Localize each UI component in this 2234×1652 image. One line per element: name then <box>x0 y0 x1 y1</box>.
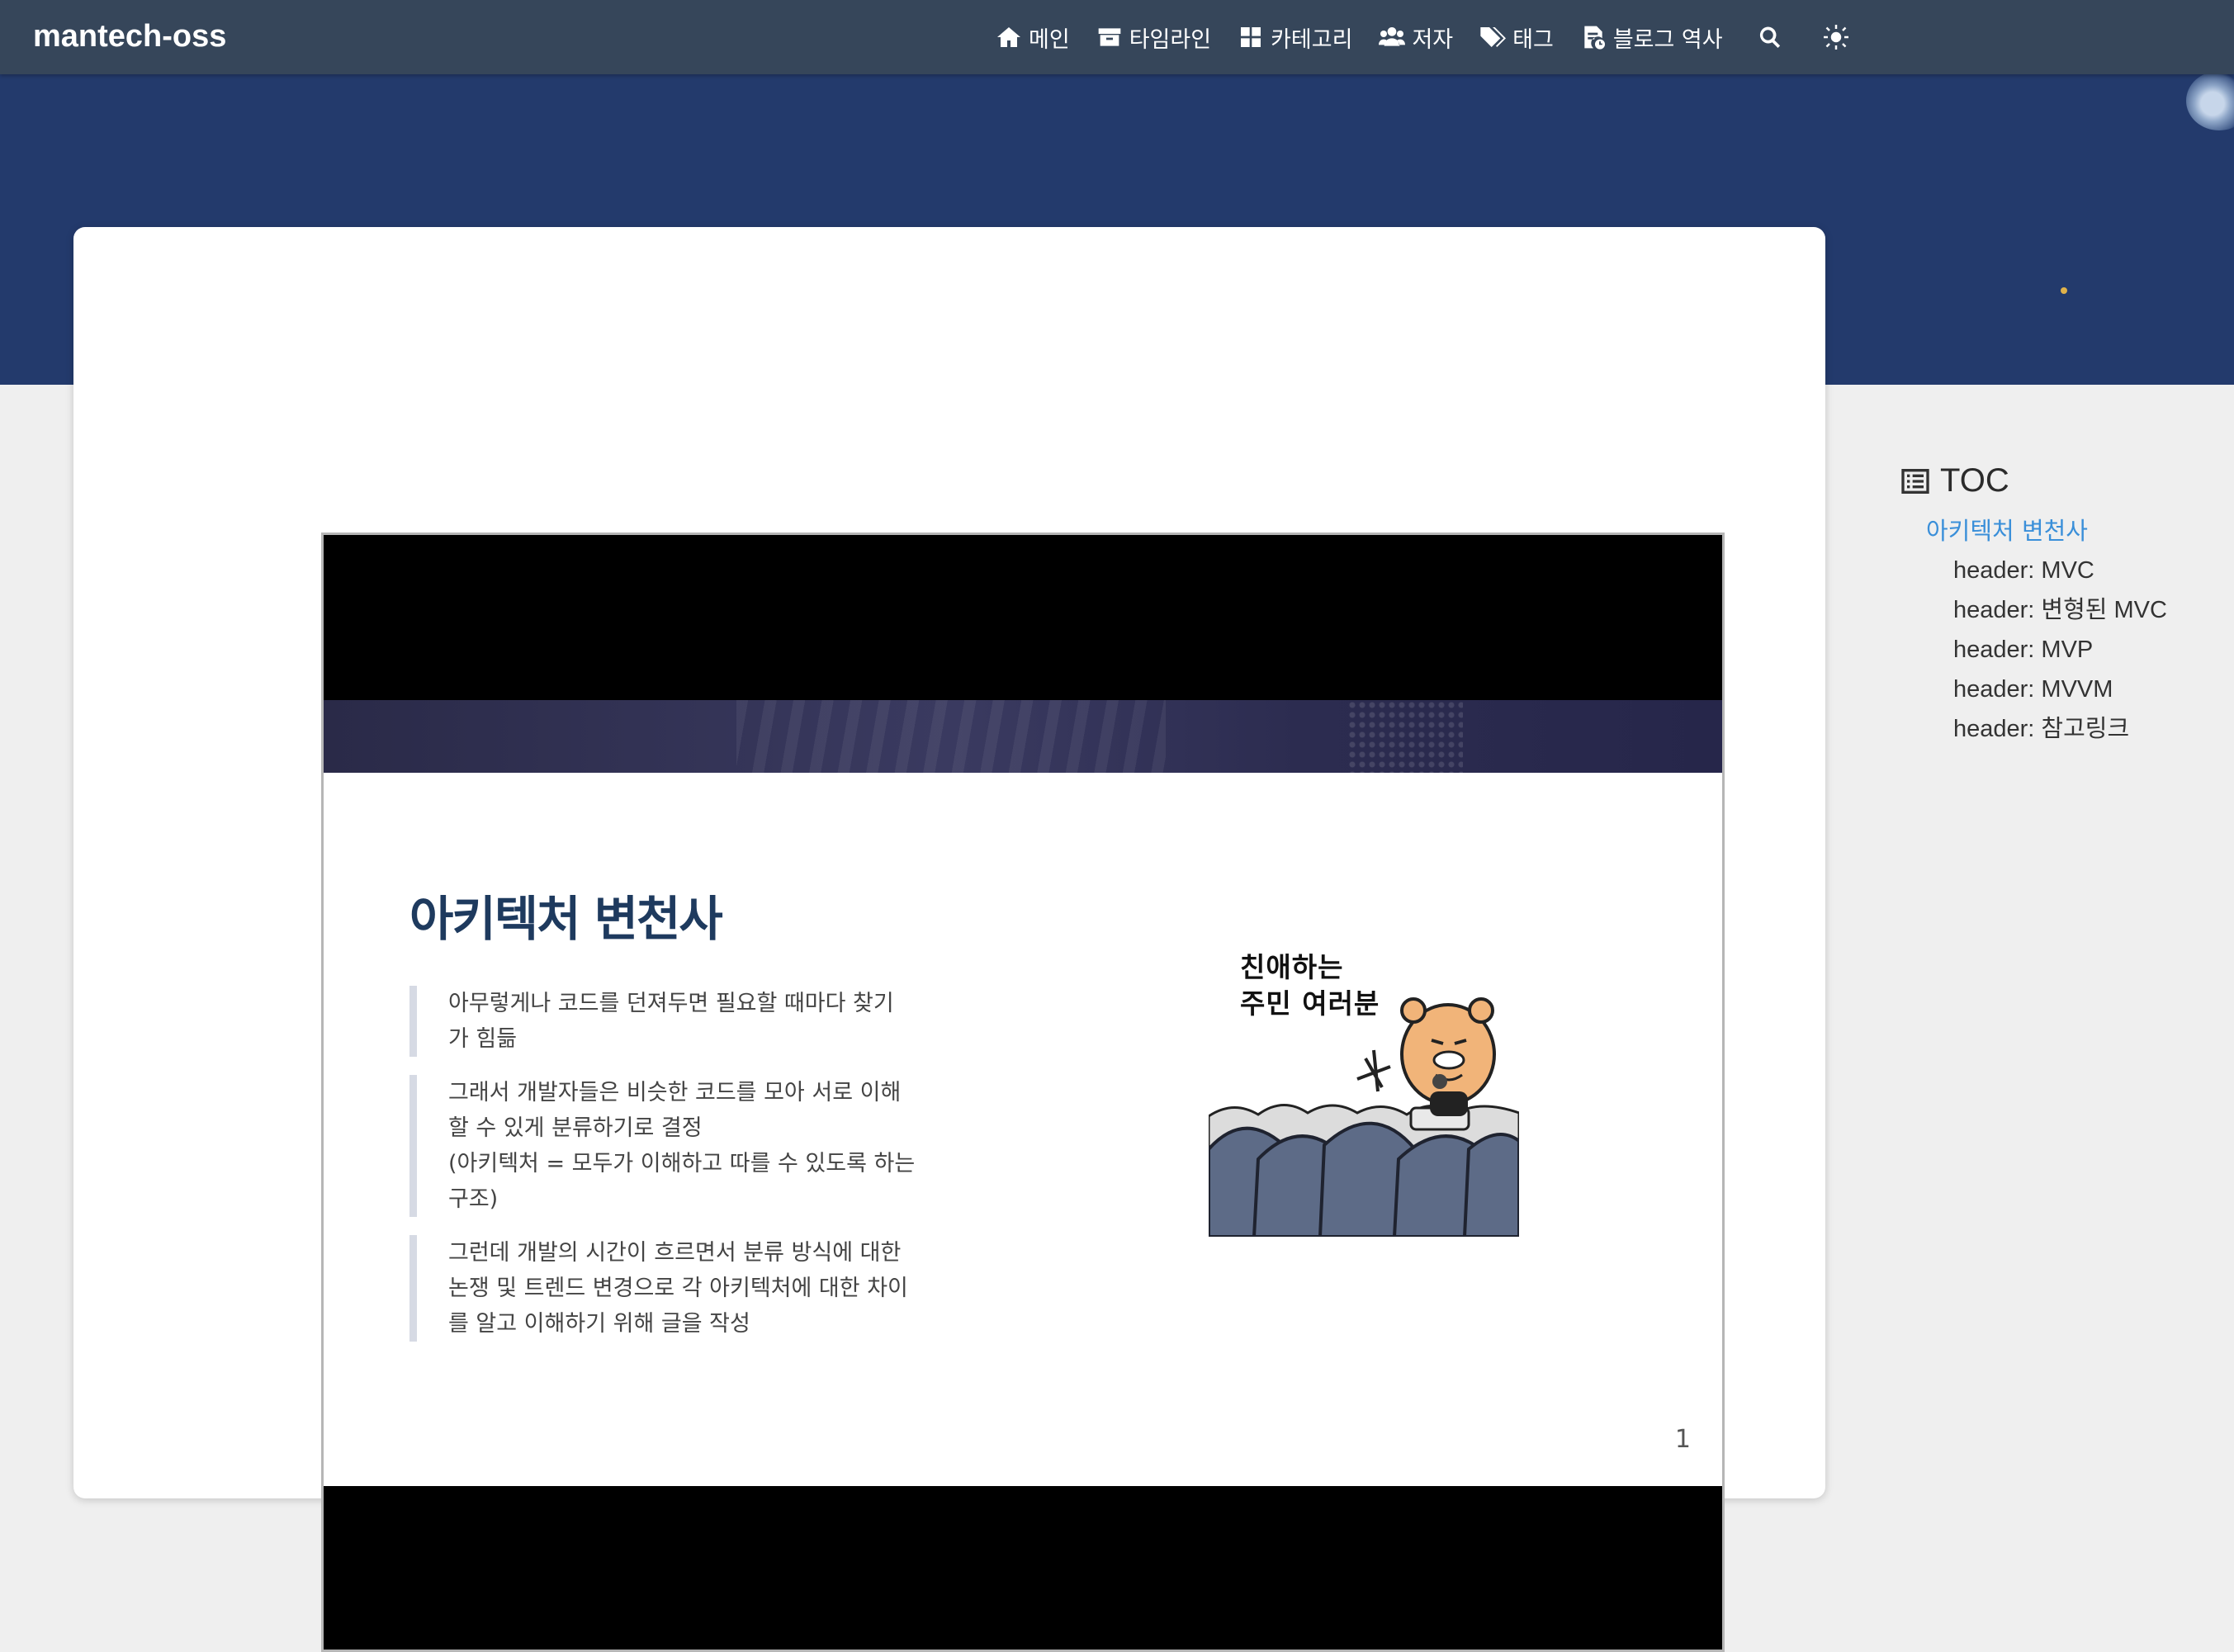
bullet-line: 구조) <box>448 1186 499 1212</box>
banner-keyboard-texture <box>736 700 1166 773</box>
top-navbar: mantech-oss 메인 타임라인 카테고리 저자 태그 블로그 역사 <box>0 0 2234 74</box>
nav-item-label: 태그 <box>1512 26 1554 53</box>
sun-icon <box>1823 25 1848 50</box>
nav-item-label: 메인 <box>1029 26 1070 53</box>
slide-letterbox-bottom <box>324 1486 1722 1650</box>
slide-embed[interactable]: 아키텍처 변천사 아무렇게나 코드를 던져두면 필요할 때마다 찾기 가 힘듦 … <box>321 533 1725 1652</box>
toc-heading-label: TOC <box>1940 462 2009 499</box>
banner-grid-texture <box>1347 700 1463 773</box>
comet-decoration <box>2186 71 2234 130</box>
site-brand-link[interactable]: mantech-oss <box>33 13 226 59</box>
toc-link-modified-mvc[interactable]: header: 변형된 MVC <box>1953 590 2213 630</box>
star-decoration <box>2061 287 2067 294</box>
grid-icon <box>1241 27 1261 47</box>
nav-item-blog-history[interactable]: 블로그 역사 <box>1580 21 1723 54</box>
toc-link-mvvm[interactable]: header: MVVM <box>1953 670 2213 709</box>
bullet-line: 그래서 개발자들은 비슷한 코드를 모아 서로 이해 <box>448 1080 902 1105</box>
bullet-line: 아무렇게나 코드를 던져두면 필요할 때마다 찾기 <box>448 991 894 1016</box>
toc-link-architecture-history[interactable]: 아키텍처 변천사 <box>1926 511 2213 551</box>
slide-bullet: 그래서 개발자들은 비슷한 코드를 모아 서로 이해 할 수 있게 분류하기로 … <box>409 1075 944 1217</box>
nav-item-main[interactable]: 메인 <box>996 21 1070 54</box>
slide-title: 아키텍처 변천사 <box>409 891 723 947</box>
bullet-line: 그런데 개발의 시간이 흐르면서 분류 방식에 대한 <box>448 1240 902 1266</box>
post-content-card: 아키텍처 변천사 아무렇게나 코드를 던져두면 필요할 때마다 찾기 가 힘듦 … <box>73 227 1825 1652</box>
bear-speech-illustration: 친애하는 주민 여러분 <box>1209 943 1519 1237</box>
toc-panel: TOC 아키텍처 변천사 header: MVC header: 변형된 MVC… <box>1899 462 2213 749</box>
bullet-line: 가 힘듦 <box>448 1026 518 1052</box>
slide-page-number: 1 <box>1674 1425 1691 1454</box>
toc-link-mvc[interactable]: header: MVC <box>1953 551 2213 590</box>
nav-item-label: 저자 <box>1412 26 1454 53</box>
theme-toggle-button[interactable] <box>1823 25 1848 50</box>
nav-item-category[interactable]: 카테고리 <box>1238 21 1352 54</box>
list-icon <box>1901 468 1929 494</box>
toc-heading: TOC <box>1899 462 2213 499</box>
file-history-icon <box>1584 26 1605 50</box>
nav-item-tags[interactable]: 태그 <box>1479 21 1554 54</box>
bullet-line: (아키텍처 = 모두가 이해하고 따를 수 있도록 하는 <box>448 1151 916 1176</box>
nav-item-label: 카테고리 <box>1271 26 1353 53</box>
nav-menu: 메인 타임라인 카테고리 저자 태그 블로그 역사 <box>996 15 1890 59</box>
slide-letterbox-top <box>324 535 1722 700</box>
toc-link-mvp[interactable]: header: MVP <box>1953 630 2213 670</box>
tags-icon <box>1480 27 1507 47</box>
users-icon <box>1379 27 1406 46</box>
slide-header-banner <box>324 700 1722 773</box>
slide-bullet: 아무렇게나 코드를 던져두면 필요할 때마다 찾기 가 힘듦 <box>409 986 944 1057</box>
home-icon <box>997 27 1020 47</box>
nav-item-authors[interactable]: 저자 <box>1379 21 1453 54</box>
search-icon <box>1759 26 1780 48</box>
slide-bullet: 그런데 개발의 시간이 흐르면서 분류 방식에 대한 논쟁 및 트렌드 변경으로… <box>409 1235 944 1342</box>
bullet-line: 논쟁 및 트렌드 변경으로 각 아키텍처에 대한 차이 <box>448 1276 908 1301</box>
search-button[interactable] <box>1758 25 1782 50</box>
nav-item-timeline[interactable]: 타임라인 <box>1096 21 1211 54</box>
toc-link-references[interactable]: header: 참고링크 <box>1953 709 2213 749</box>
nav-item-label: 타임라인 <box>1129 26 1212 53</box>
archive-icon <box>1098 28 1121 46</box>
bullet-line: 할 수 있게 분류하기로 결정 <box>448 1115 703 1141</box>
slide-body: 아키텍처 변천사 아무렇게나 코드를 던져두면 필요할 때마다 찾기 가 힘듦 … <box>324 773 1722 1486</box>
bear-crowd-drawing <box>1209 997 1519 1237</box>
nav-item-label: 블로그 역사 <box>1612 26 1723 53</box>
bullet-line: 를 알고 이해하기 위해 글을 작성 <box>448 1311 750 1337</box>
